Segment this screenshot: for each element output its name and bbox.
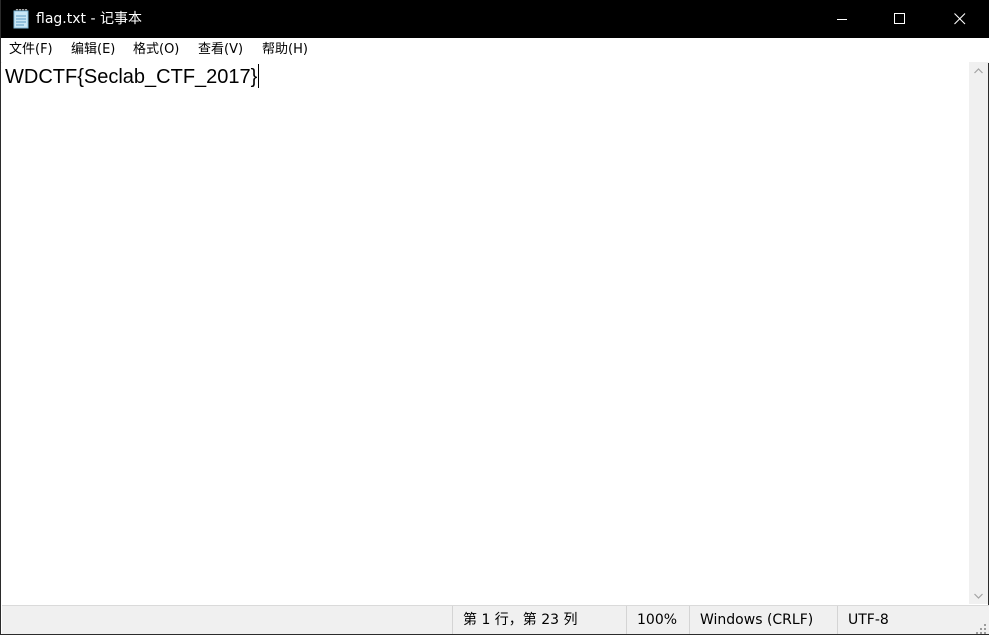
status-encoding: UTF-8 xyxy=(837,606,972,634)
title-bar[interactable]: flag.txt - 记事本 xyxy=(1,0,989,38)
maximize-button[interactable] xyxy=(871,0,929,38)
editor-text-line: WDCTF{Seclab_CTF_2017} xyxy=(5,66,258,88)
maximize-icon xyxy=(894,13,905,24)
notepad-icon[interactable] xyxy=(13,9,29,29)
close-icon xyxy=(953,13,965,25)
text-caret xyxy=(258,64,260,88)
minimize-icon xyxy=(836,18,847,20)
menu-format[interactable]: 格式(O) xyxy=(131,38,181,62)
menu-view[interactable]: 查看(V) xyxy=(196,38,245,62)
scroll-up-button[interactable] xyxy=(969,62,988,79)
menu-file[interactable]: 文件(F) xyxy=(7,38,55,62)
minimize-button[interactable] xyxy=(813,0,871,38)
menu-help[interactable]: 帮助(H) xyxy=(260,38,310,62)
notepad-window: flag.txt - 记事本 文件(F) 编辑(E) 格式(O) 查看(V) 帮… xyxy=(0,0,989,635)
status-line-ending: Windows (CRLF) xyxy=(689,606,837,634)
editor-content[interactable]: WDCTF{Seclab_CTF_2017} xyxy=(5,64,260,90)
scroll-down-button[interactable] xyxy=(969,587,988,604)
status-zoom: 100% xyxy=(626,606,689,634)
chevron-down-icon xyxy=(974,593,983,599)
menu-edit[interactable]: 编辑(E) xyxy=(69,38,117,62)
close-button[interactable] xyxy=(930,0,989,38)
resize-grip-icon[interactable] xyxy=(975,620,987,634)
text-editor[interactable]: WDCTF{Seclab_CTF_2017} xyxy=(2,62,969,604)
menu-bar: 文件(F) 编辑(E) 格式(O) 查看(V) 帮助(H) xyxy=(1,38,989,63)
window-title: flag.txt - 记事本 xyxy=(36,11,142,27)
chevron-up-icon xyxy=(974,67,983,73)
status-cursor-position: 第 1 行，第 23 列 xyxy=(452,606,626,634)
vertical-scrollbar[interactable] xyxy=(969,62,988,604)
status-bar: 第 1 行，第 23 列 100% Windows (CRLF) UTF-8 xyxy=(2,605,989,634)
